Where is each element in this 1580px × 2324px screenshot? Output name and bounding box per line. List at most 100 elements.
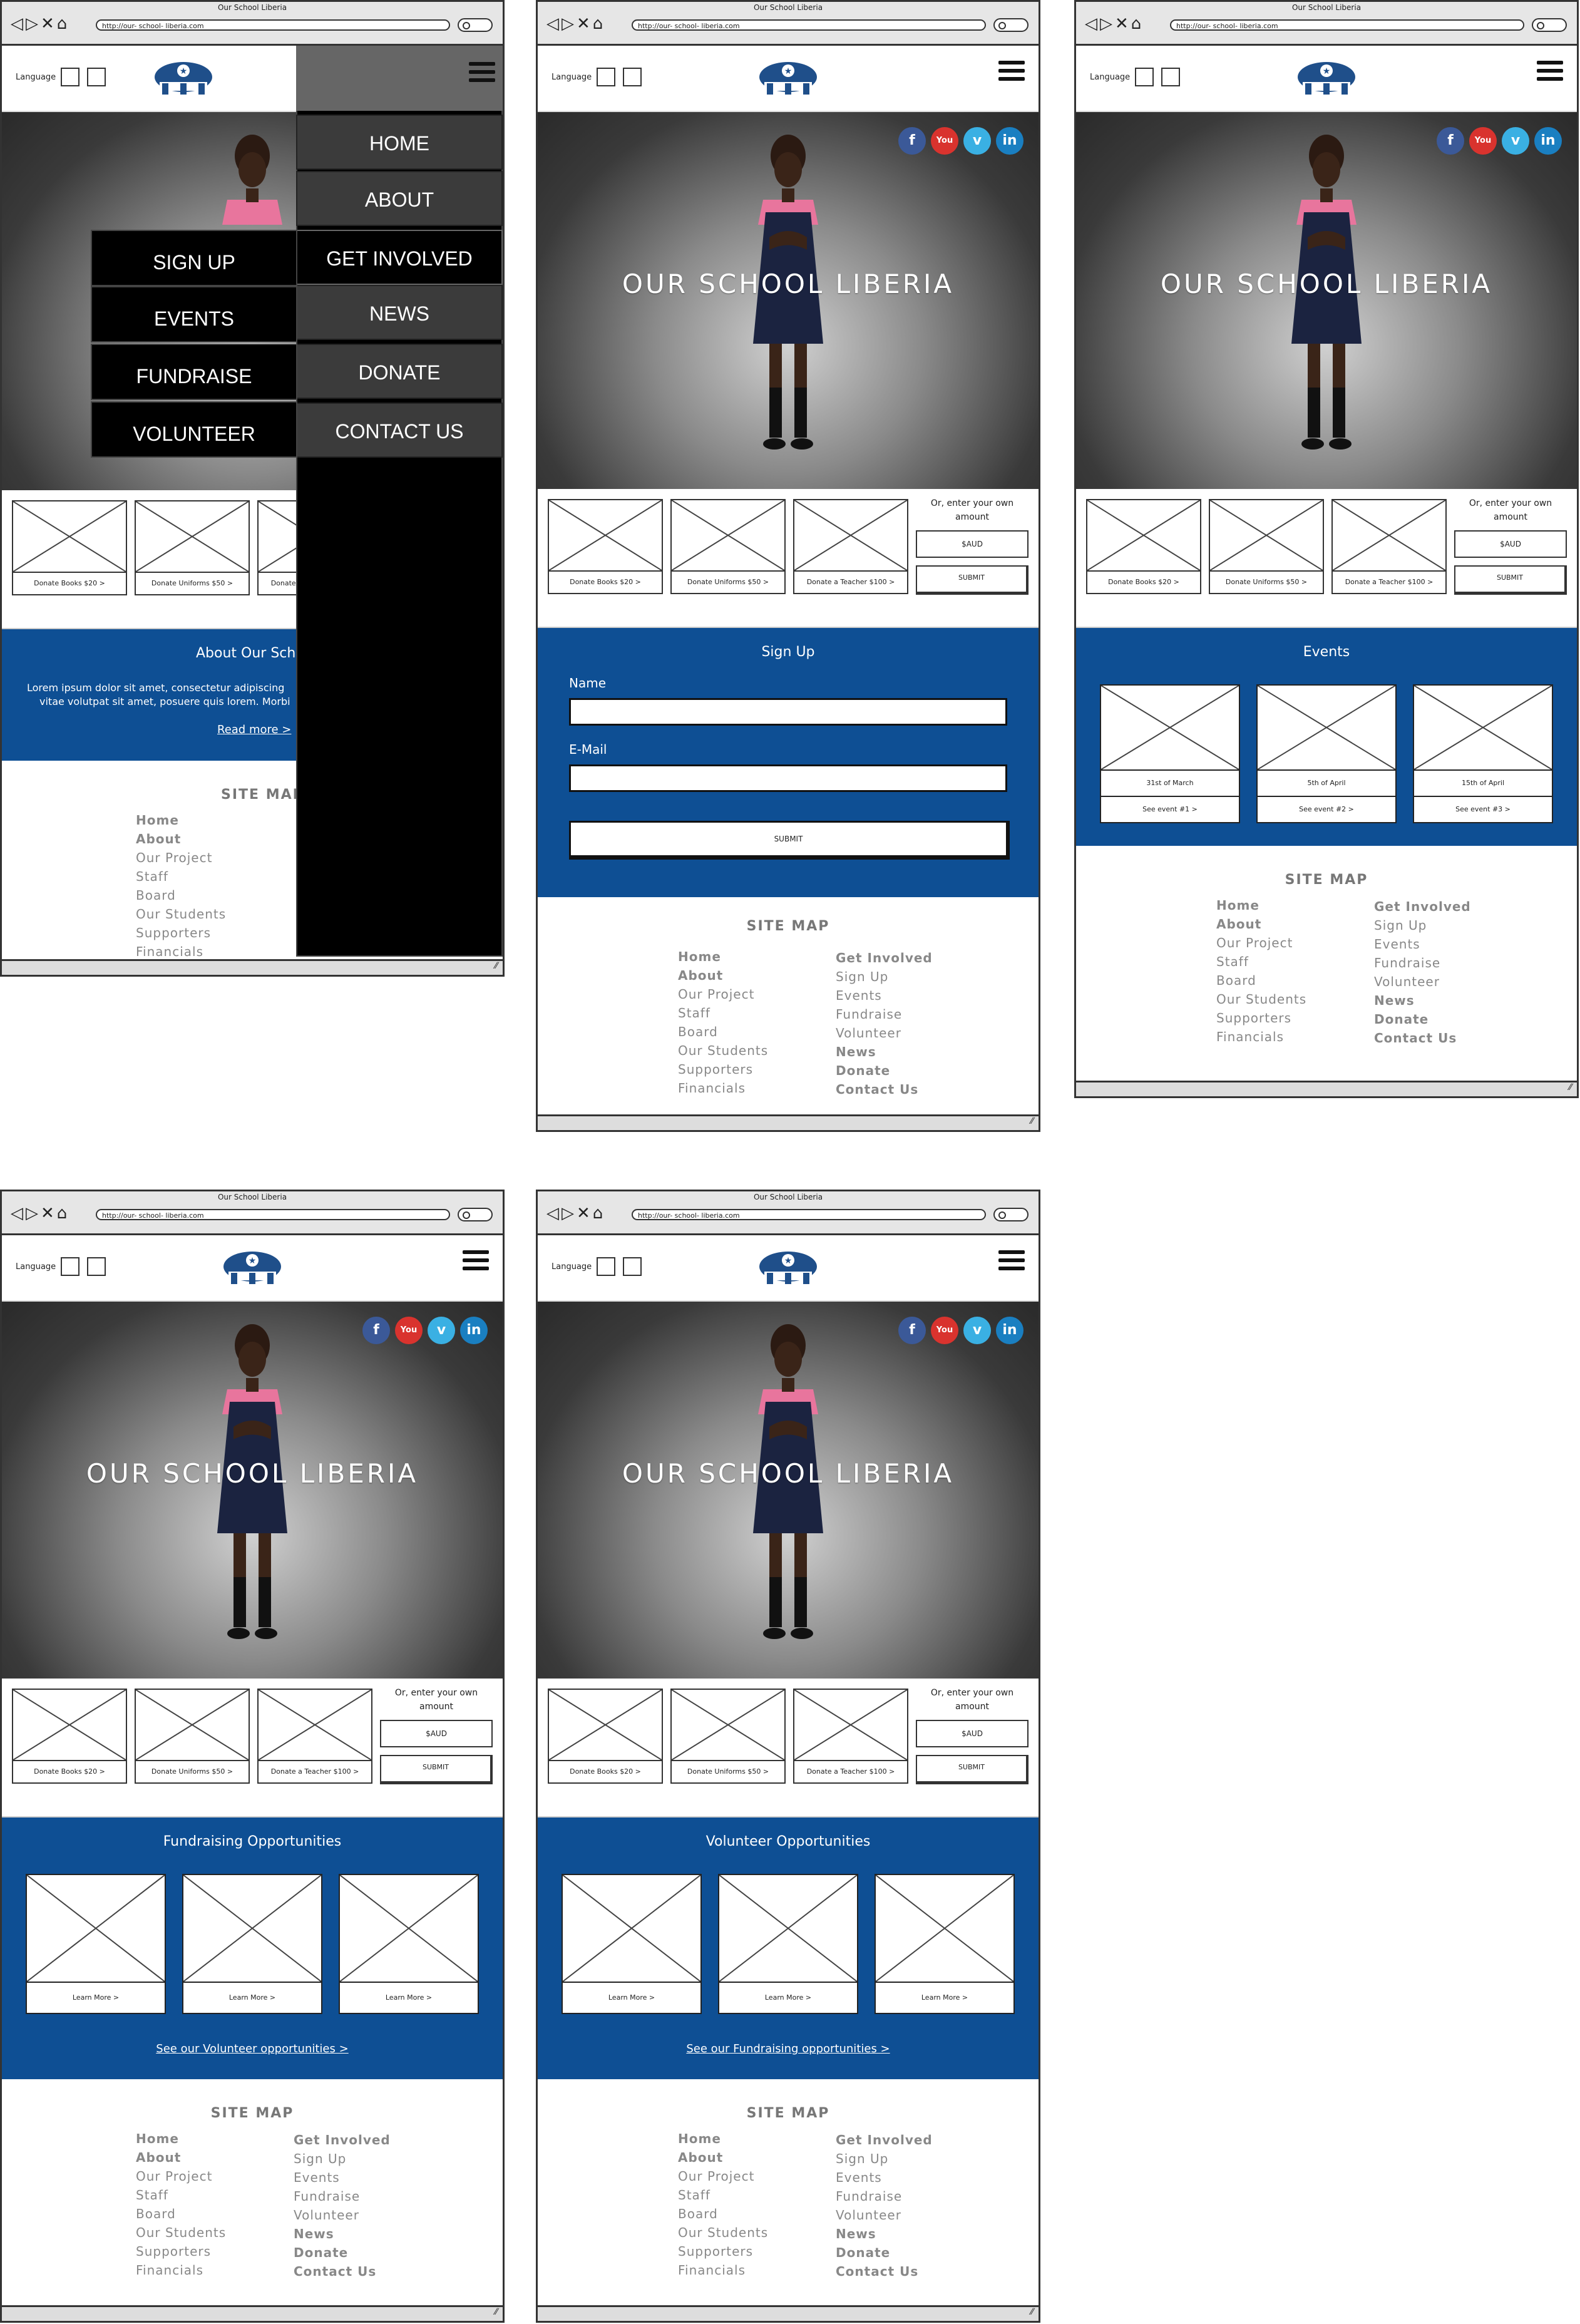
sitemap-link[interactable]: Get Involved	[294, 2131, 391, 2149]
sitemap-link[interactable]: Financials	[678, 2261, 768, 2280]
donate-card[interactable]: Donate Uniforms $50 >	[135, 1689, 250, 1784]
donate-submit-button[interactable]: SUBMIT	[1454, 565, 1567, 595]
learn-more-link[interactable]: Learn More >	[27, 1982, 165, 2013]
search-icon[interactable]	[1532, 18, 1567, 32]
sitemap-link[interactable]: Our Project	[678, 2167, 768, 2186]
sitemap-link[interactable]: Our Project	[678, 985, 768, 1004]
sitemap-link[interactable]: Our Students	[678, 1041, 768, 1060]
amount-input[interactable]: $AUD	[916, 1720, 1029, 1747]
learn-more-link[interactable]: Learn More >	[719, 1982, 857, 2013]
sitemap-link[interactable]: Staff	[136, 867, 226, 886]
learn-more-link[interactable]: Learn More >	[563, 1982, 700, 2013]
school-logo-icon[interactable]: ★	[757, 1248, 819, 1288]
donate-submit-button[interactable]: SUBMIT	[916, 1755, 1029, 1784]
sitemap-link[interactable]: Supporters	[678, 1060, 768, 1079]
hamburger-menu-icon[interactable]	[998, 61, 1025, 83]
sitemap-link[interactable]: Our Project	[136, 2167, 226, 2186]
youtube-icon[interactable]: You	[931, 127, 958, 155]
event-card[interactable]: 31st of March See event #1 >	[1100, 684, 1240, 823]
event-card[interactable]: 15th of April See event #3 >	[1413, 684, 1553, 823]
sitemap-link[interactable]: Home	[678, 2129, 768, 2148]
linkedin-icon[interactable]: in	[996, 1317, 1023, 1344]
language-option-1[interactable]	[1135, 68, 1154, 86]
event-link[interactable]: See event #2 >	[1258, 796, 1395, 822]
sitemap-link[interactable]: Home	[678, 947, 768, 966]
donate-card[interactable]: Donate Uniforms $50 >	[670, 1689, 786, 1784]
sitemap-link[interactable]: Fundraise	[836, 1005, 933, 1024]
hamburger-menu-icon[interactable]	[998, 1250, 1025, 1273]
donate-card[interactable]: Donate Uniforms $50 >	[135, 500, 250, 595]
menu-item-contact-us[interactable]: CONTACT US	[296, 403, 503, 458]
hamburger-menu-icon[interactable]	[1537, 61, 1563, 83]
sitemap-link[interactable]: Financials	[136, 942, 226, 961]
event-link[interactable]: See event #3 >	[1414, 796, 1552, 822]
sitemap-link[interactable]: Our Project	[1216, 933, 1306, 952]
youtube-icon[interactable]: You	[1469, 127, 1497, 155]
sitemap-link[interactable]: Volunteer	[836, 2206, 933, 2224]
hamburger-menu-icon[interactable]	[463, 1250, 489, 1273]
event-link[interactable]: See event #1 >	[1101, 796, 1239, 822]
search-icon[interactable]	[458, 18, 493, 32]
hamburger-menu-icon[interactable]	[469, 62, 495, 85]
language-option-2[interactable]	[1161, 68, 1180, 86]
event-card[interactable]: 5th of April See event #2 >	[1256, 684, 1397, 823]
facebook-icon[interactable]: f	[898, 127, 926, 155]
browser-nav-icons[interactable]: ◁▷✕⌂	[1085, 16, 1144, 32]
youtube-icon[interactable]: You	[931, 1317, 958, 1344]
sitemap-link[interactable]: Supporters	[678, 2242, 768, 2261]
address-bar[interactable]: http://our- school- liberia.com	[632, 1209, 986, 1220]
sitemap-link[interactable]: Donate	[836, 1061, 933, 1080]
menu-item-about[interactable]: ABOUT	[296, 171, 503, 226]
address-bar[interactable]: http://our- school- liberia.com	[1170, 19, 1524, 31]
school-logo-icon[interactable]: ★	[1295, 58, 1358, 98]
school-logo-icon[interactable]: ★	[221, 1248, 284, 1288]
sitemap-link[interactable]: Fundraise	[1374, 954, 1471, 972]
name-input[interactable]	[569, 698, 1007, 726]
sitemap-link[interactable]: Events	[836, 2168, 933, 2187]
sitemap-link[interactable]: Contact Us	[294, 2262, 391, 2281]
learn-more-link[interactable]: Learn More >	[876, 1982, 1013, 2013]
sitemap-link[interactable]: Financials	[678, 1079, 768, 1098]
donate-card[interactable]: Donate Books $20 >	[12, 1689, 127, 1784]
sitemap-link[interactable]: Board	[678, 1022, 768, 1041]
sitemap-link[interactable]: Our Students	[1216, 990, 1306, 1009]
address-bar[interactable]: http://our- school- liberia.com	[632, 19, 986, 31]
sitemap-link[interactable]: Donate	[1374, 1010, 1471, 1029]
volunteer-card[interactable]: Learn More >	[718, 1874, 858, 2014]
learn-more-link[interactable]: Learn More >	[183, 1982, 321, 2013]
sitemap-link[interactable]: About	[1216, 915, 1306, 933]
fundraising-card[interactable]: Learn More >	[26, 1874, 166, 2014]
sitemap-link[interactable]: Events	[294, 2168, 391, 2187]
sitemap-link[interactable]: About	[678, 966, 768, 985]
donate-card[interactable]: Donate Books $20 >	[1086, 499, 1201, 594]
vimeo-icon[interactable]: v	[428, 1317, 455, 1344]
sitemap-link[interactable]: Staff	[1216, 952, 1306, 971]
sitemap-link[interactable]: Home	[1216, 896, 1306, 915]
sitemap-link[interactable]: Our Students	[136, 905, 226, 923]
sitemap-link[interactable]: Our Students	[136, 2223, 226, 2242]
donate-card[interactable]: Donate a Teacher $100 >	[1331, 499, 1447, 594]
sitemap-link[interactable]: Sign Up	[1374, 916, 1471, 935]
sitemap-link[interactable]: Volunteer	[836, 1024, 933, 1042]
amount-input[interactable]: $AUD	[916, 530, 1029, 558]
sitemap-link[interactable]: Volunteer	[294, 2206, 391, 2224]
sitemap-link[interactable]: Supporters	[1216, 1009, 1306, 1027]
language-option-1[interactable]	[597, 68, 615, 86]
sitemap-link[interactable]: News	[294, 2224, 391, 2243]
sitemap-link[interactable]: Supporters	[136, 923, 226, 942]
donate-card[interactable]: Donate Uniforms $50 >	[670, 499, 786, 594]
sitemap-link[interactable]: News	[836, 1042, 933, 1061]
donate-card[interactable]: Donate Books $20 >	[548, 1689, 663, 1784]
facebook-icon[interactable]: f	[898, 1317, 926, 1344]
amount-input[interactable]: $AUD	[1454, 530, 1567, 558]
school-logo-icon[interactable]: ★	[152, 58, 215, 98]
sitemap-link[interactable]: Sign Up	[836, 967, 933, 986]
sitemap-link[interactable]: Fundraise	[836, 2187, 933, 2206]
sitemap-link[interactable]: Events	[836, 986, 933, 1005]
sitemap-link[interactable]: Board	[136, 886, 226, 905]
sitemap-link[interactable]: Staff	[678, 1004, 768, 1022]
sitemap-link[interactable]: Fundraise	[294, 2187, 391, 2206]
browser-nav-icons[interactable]: ◁▷✕⌂	[11, 1205, 69, 1221]
sitemap-link[interactable]: Sign Up	[294, 2149, 391, 2168]
facebook-icon[interactable]: f	[1437, 127, 1464, 155]
